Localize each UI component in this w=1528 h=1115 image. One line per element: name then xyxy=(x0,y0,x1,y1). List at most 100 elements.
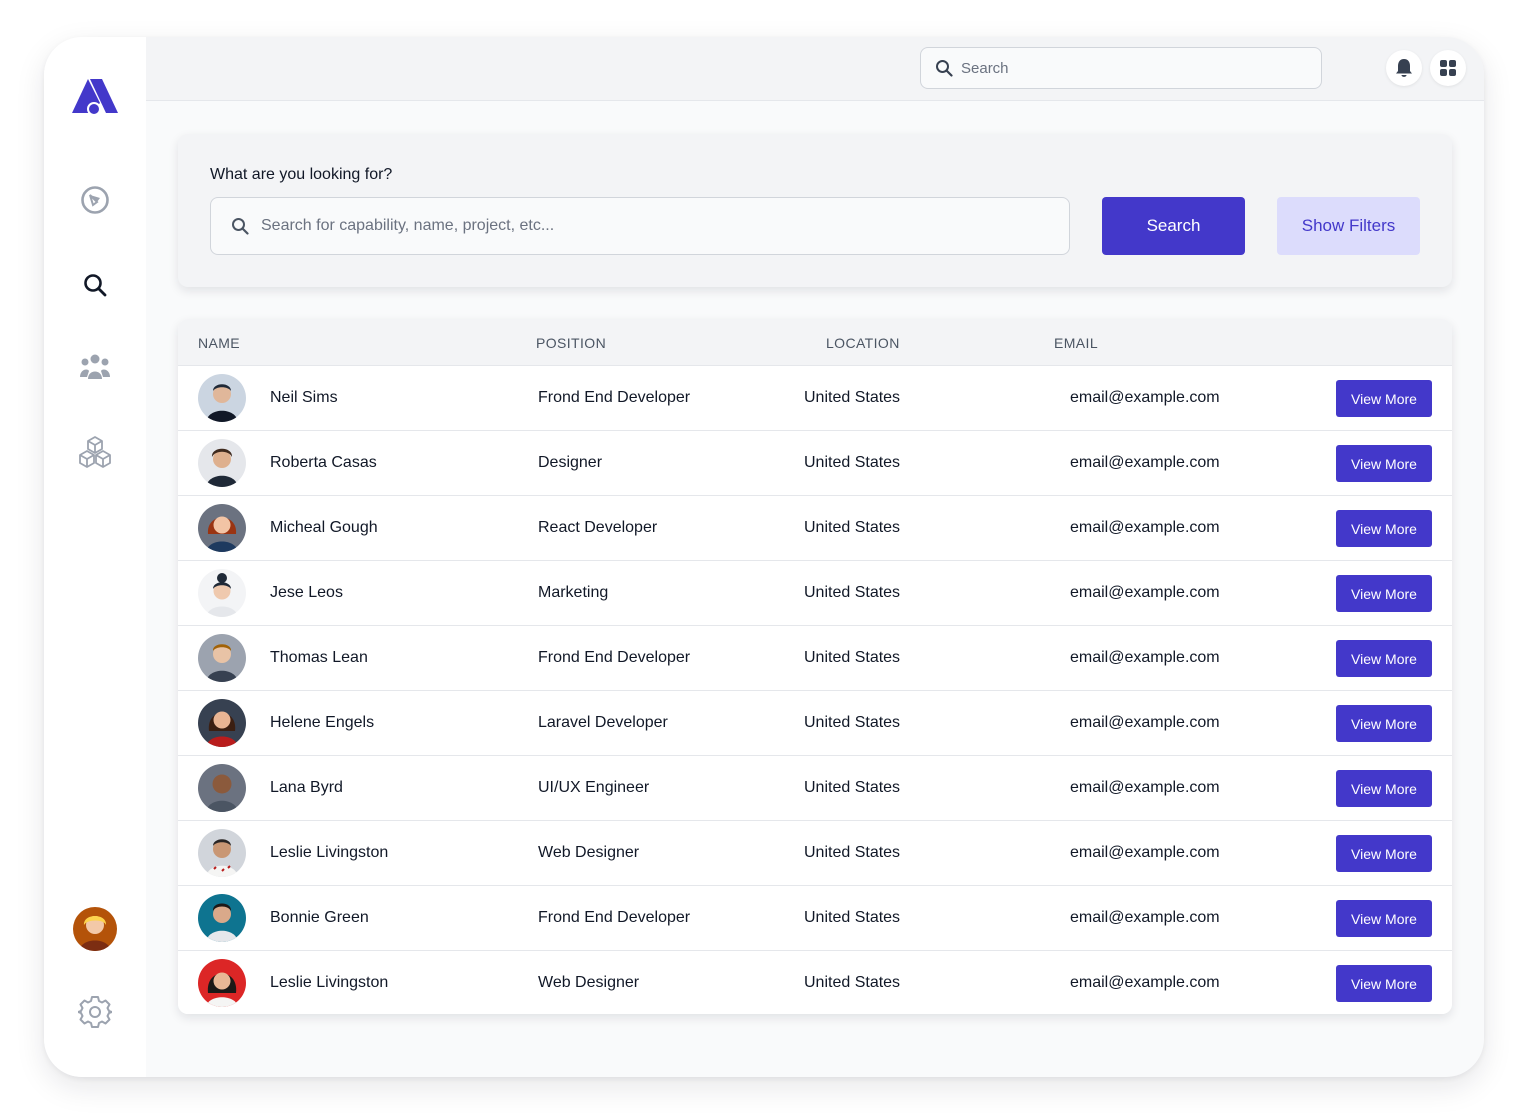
view-more-button[interactable]: View More xyxy=(1336,770,1432,807)
person-email[interactable]: email@example.com xyxy=(1070,454,1220,472)
person-name: Helene Engels xyxy=(270,714,375,731)
person-location: United States xyxy=(804,909,901,926)
person-name: Neil Sims xyxy=(270,389,338,406)
table-row[interactable]: Lana Byrd UI/UX Engineer United States e… xyxy=(178,755,1452,820)
column-header-position[interactable]: POSITION xyxy=(536,335,606,351)
sidebar-item-projects[interactable] xyxy=(75,432,115,472)
table-row[interactable]: Roberta Casas Designer United States ema… xyxy=(178,430,1452,495)
table-row[interactable]: Neil Sims Frond End Developer United Sta… xyxy=(178,365,1452,430)
compass-icon xyxy=(81,186,109,214)
table-row[interactable]: Thomas Lean Frond End Developer United S… xyxy=(178,625,1452,690)
avatar xyxy=(198,374,246,422)
person-email[interactable]: email@example.com xyxy=(1070,779,1220,797)
person-name: Thomas Lean xyxy=(270,649,368,666)
person-location: United States xyxy=(804,584,901,601)
apps-button[interactable] xyxy=(1430,50,1466,86)
global-search[interactable] xyxy=(920,47,1322,89)
table-row[interactable]: Leslie Livingston Web Designer United St… xyxy=(178,950,1452,1014)
table-row[interactable]: Helene Engels Laravel Developer United S… xyxy=(178,690,1452,755)
sidebar-item-settings[interactable] xyxy=(75,992,115,1032)
column-header-name[interactable]: NAME xyxy=(198,335,240,351)
person-name: Bonnie Green xyxy=(270,909,369,926)
person-email[interactable]: email@example.com xyxy=(1070,974,1220,992)
gear-icon xyxy=(78,996,112,1028)
people-search-input[interactable] xyxy=(261,217,1041,235)
table-row[interactable]: Bonnie Green Frond End Developer United … xyxy=(178,885,1452,950)
search-panel-label: What are you looking for? xyxy=(210,166,393,183)
view-more-button[interactable]: View More xyxy=(1336,380,1432,417)
global-search-input[interactable] xyxy=(961,59,1301,77)
column-header-location[interactable]: LOCATION xyxy=(826,335,900,351)
person-location: United States xyxy=(804,844,901,861)
people-table: NAME POSITION LOCATION EMAIL Neil Sims F… xyxy=(178,319,1452,1014)
people-search[interactable] xyxy=(210,197,1070,255)
view-more-button[interactable]: View More xyxy=(1336,900,1432,937)
avatar xyxy=(198,959,246,1007)
person-location: United States xyxy=(804,454,901,471)
person-email[interactable]: email@example.com xyxy=(1070,389,1220,407)
bell-icon xyxy=(1396,59,1412,77)
person-name: Micheal Gough xyxy=(270,519,378,536)
person-position: Designer xyxy=(538,454,603,471)
person-location: United States xyxy=(804,714,901,731)
person-location: United States xyxy=(804,519,901,536)
column-header-email[interactable]: EMAIL xyxy=(1054,335,1098,351)
person-name: Lana Byrd xyxy=(270,779,343,796)
person-name: Jese Leos xyxy=(270,584,343,601)
person-email[interactable]: email@example.com xyxy=(1070,649,1220,667)
person-position: UI/UX Engineer xyxy=(538,779,650,796)
avatar xyxy=(198,829,246,877)
users-icon xyxy=(80,354,110,379)
person-position: Marketing xyxy=(538,584,609,601)
view-more-button[interactable]: View More xyxy=(1336,575,1432,612)
person-position: Laravel Developer xyxy=(538,714,668,731)
sidebar xyxy=(44,37,146,1077)
notifications-button[interactable] xyxy=(1386,50,1422,86)
view-more-button[interactable]: View More xyxy=(1336,640,1432,677)
table-row[interactable]: Leslie Livingston Web Designer United St… xyxy=(178,820,1452,885)
brand-logo[interactable] xyxy=(72,77,118,117)
avatar xyxy=(198,894,246,942)
sidebar-item-explore[interactable] xyxy=(75,180,115,220)
search-button[interactable]: Search xyxy=(1102,197,1245,255)
search-icon xyxy=(936,60,953,77)
user-avatar[interactable] xyxy=(73,907,117,951)
view-more-button[interactable]: View More xyxy=(1336,445,1432,482)
avatar xyxy=(198,699,246,747)
cubes-icon xyxy=(79,436,111,468)
person-position: Web Designer xyxy=(538,844,640,861)
person-location: United States xyxy=(804,779,901,796)
person-email[interactable]: email@example.com xyxy=(1070,844,1220,862)
table-row[interactable]: Jese Leos Marketing United States email@… xyxy=(178,560,1452,625)
avatar xyxy=(198,569,246,617)
person-email[interactable]: email@example.com xyxy=(1070,584,1220,602)
view-more-button[interactable]: View More xyxy=(1336,835,1432,872)
person-email[interactable]: email@example.com xyxy=(1070,909,1220,927)
search-panel: What are you looking for? Search Show Fi… xyxy=(178,134,1452,287)
app-window: What are you looking for? Search Show Fi… xyxy=(44,37,1484,1077)
view-more-button[interactable]: View More xyxy=(1336,965,1432,1002)
search-icon xyxy=(84,274,107,297)
show-filters-button[interactable]: Show Filters xyxy=(1277,197,1420,255)
person-name: Leslie Livingston xyxy=(270,974,389,991)
sidebar-item-search[interactable] xyxy=(75,265,115,305)
person-email[interactable]: email@example.com xyxy=(1070,714,1220,732)
top-bar xyxy=(146,37,1484,101)
person-location: United States xyxy=(804,974,901,991)
avatar xyxy=(198,764,246,812)
person-position: Frond End Developer xyxy=(538,389,691,406)
person-position: Frond End Developer xyxy=(538,649,691,666)
person-position: Web Designer xyxy=(538,974,640,991)
person-email[interactable]: email@example.com xyxy=(1070,519,1220,537)
person-name: Roberta Casas xyxy=(270,454,377,471)
view-more-button[interactable]: View More xyxy=(1336,705,1432,742)
search-icon xyxy=(232,218,249,235)
avatar xyxy=(198,504,246,552)
person-name: Leslie Livingston xyxy=(270,844,389,861)
view-more-button[interactable]: View More xyxy=(1336,510,1432,547)
person-position: React Developer xyxy=(538,519,658,536)
table-row[interactable]: Micheal Gough React Developer United Sta… xyxy=(178,495,1452,560)
sidebar-item-team[interactable] xyxy=(75,347,115,387)
table-header: NAME POSITION LOCATION EMAIL xyxy=(178,319,1452,365)
avatar xyxy=(198,439,246,487)
